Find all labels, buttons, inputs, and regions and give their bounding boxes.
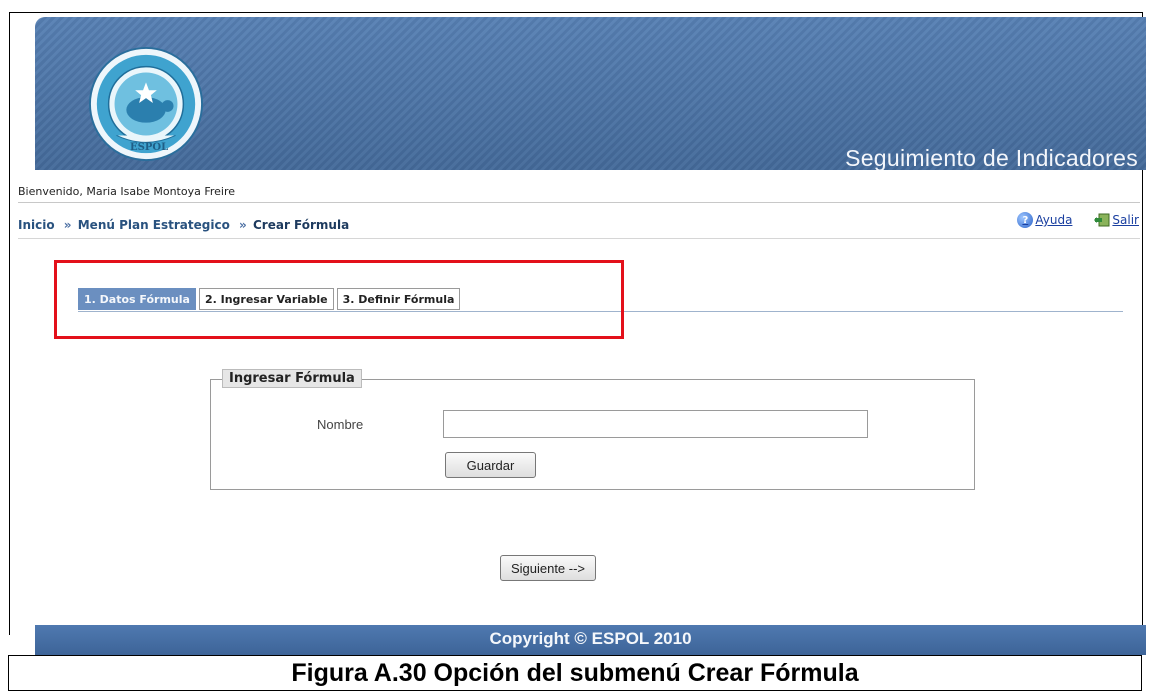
help-icon: ? bbox=[1017, 212, 1034, 228]
breadcrumb-inicio[interactable]: Inicio bbox=[18, 218, 55, 232]
footer-bar: Copyright © ESPOL 2010 bbox=[35, 625, 1146, 655]
breadcrumb-menu-plan[interactable]: Menú Plan Estrategico bbox=[78, 218, 230, 232]
fieldset-legend: Ingresar Fórmula bbox=[222, 369, 362, 388]
highlight-box bbox=[54, 260, 624, 339]
header-banner: ESPOL Seguimiento de Indicadores bbox=[35, 17, 1146, 170]
welcome-text: Bienvenido, Maria Isabe Montoya Freire bbox=[18, 185, 236, 198]
exit-label: Salir bbox=[1112, 213, 1139, 227]
nombre-input[interactable] bbox=[443, 410, 868, 438]
exit-icon bbox=[1094, 213, 1110, 227]
divider bbox=[18, 202, 1140, 203]
breadcrumb-separator: » bbox=[63, 218, 72, 232]
figure-caption: Figura A.30 Opción del submenú Crear Fór… bbox=[8, 655, 1142, 691]
breadcrumb-separator: » bbox=[239, 218, 247, 232]
help-label: Ayuda bbox=[1035, 213, 1073, 227]
copyright-text: Copyright © ESPOL 2010 bbox=[489, 629, 692, 648]
siguiente-button[interactable]: Siguiente --> bbox=[500, 555, 596, 581]
help-link[interactable]: ? Ayuda bbox=[1017, 212, 1072, 228]
app-title: Seguimiento de Indicadores bbox=[845, 145, 1138, 170]
breadcrumb-current: Crear Fórmula bbox=[252, 218, 350, 232]
guardar-button[interactable]: Guardar bbox=[445, 452, 536, 478]
breadcrumb: Inicio » Menú Plan Estrategico » Crear F… bbox=[18, 218, 349, 232]
logo-text: ESPOL bbox=[130, 142, 169, 153]
divider bbox=[18, 238, 1140, 239]
top-links: ? Ayuda Salir bbox=[1017, 212, 1139, 228]
exit-link[interactable]: Salir bbox=[1094, 213, 1139, 227]
nombre-label: Nombre bbox=[317, 417, 364, 432]
